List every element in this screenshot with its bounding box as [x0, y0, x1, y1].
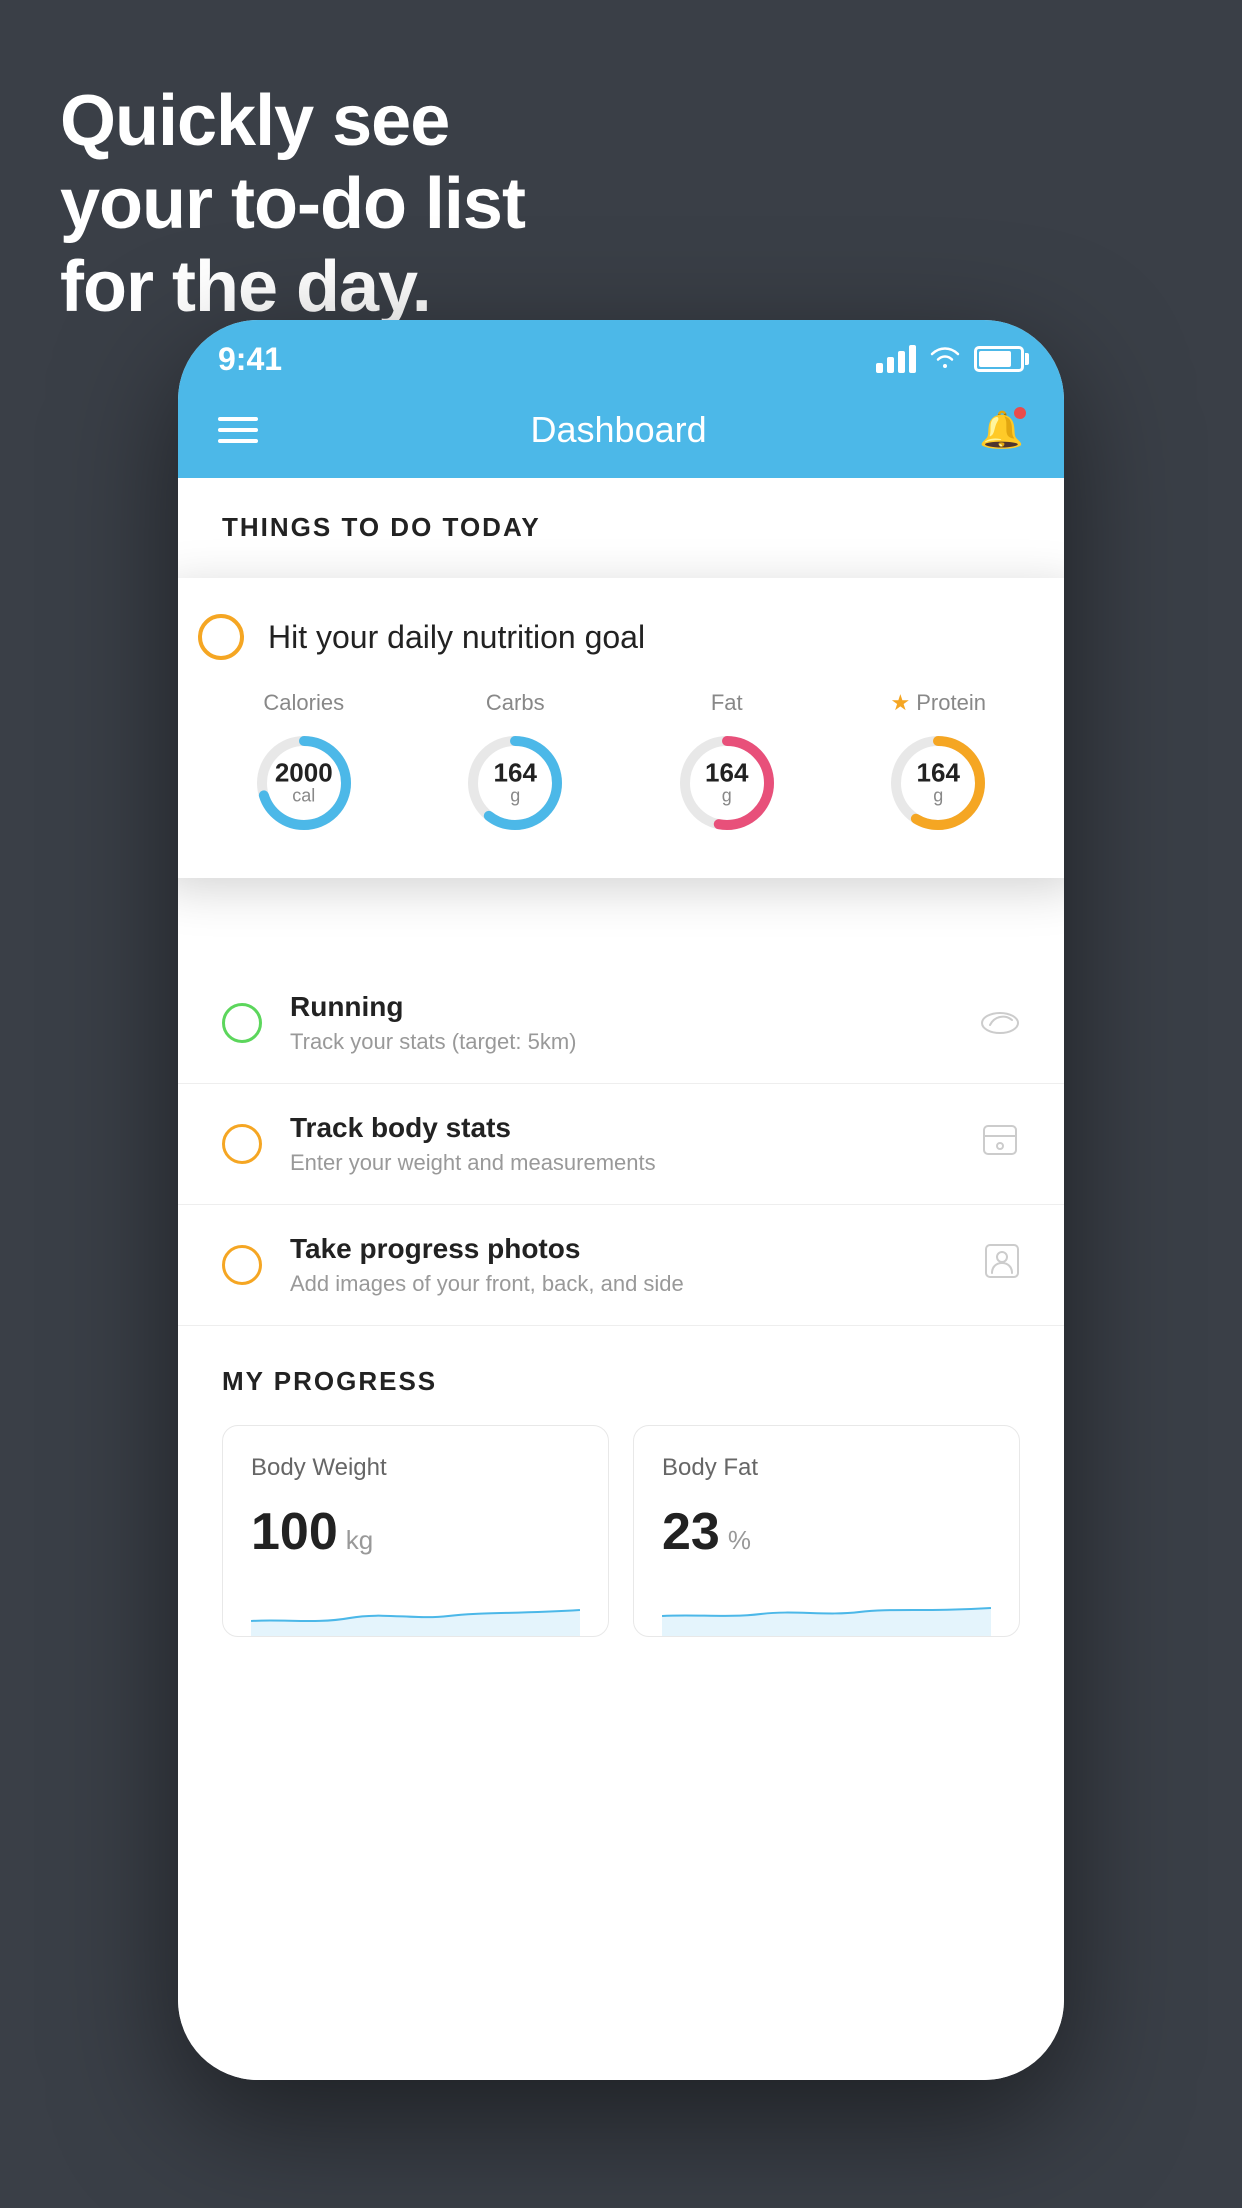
menu-icon[interactable]	[218, 417, 258, 443]
progress-photos-subtitle: Add images of your front, back, and side	[290, 1271, 956, 1297]
body-weight-card-title: Body Weight	[251, 1454, 580, 1482]
running-checkbox[interactable]	[222, 1003, 262, 1043]
body-weight-card: Body Weight 100 kg	[222, 1425, 609, 1637]
status-bar: 9:41	[178, 320, 1064, 390]
todo-item-running[interactable]: Running Track your stats (target: 5km)	[178, 963, 1064, 1084]
calories-donut: 2000 cal	[249, 728, 359, 838]
status-icons	[876, 344, 1024, 375]
fat-unit: g	[705, 786, 748, 807]
running-text: Running Track your stats (target: 5km)	[290, 991, 952, 1055]
scale-icon	[980, 1122, 1020, 1167]
body-stats-checkbox[interactable]	[222, 1124, 262, 1164]
progress-photos-checkbox[interactable]	[222, 1245, 262, 1285]
calories-label: Calories	[263, 690, 344, 716]
running-title: Running	[290, 991, 952, 1023]
app-header: Dashboard 🔔	[178, 390, 1064, 478]
nutrition-card: Hit your daily nutrition goal Calories 2…	[178, 578, 1064, 878]
body-weight-value-container: 100 kg	[251, 1502, 580, 1562]
todo-item-progress-photos[interactable]: Take progress photos Add images of your …	[178, 1205, 1064, 1326]
fat-value: 164	[705, 760, 748, 786]
body-stats-text: Track body stats Enter your weight and m…	[290, 1112, 952, 1176]
running-subtitle: Track your stats (target: 5km)	[290, 1029, 952, 1055]
protein-value: 164	[917, 760, 960, 786]
body-stats-subtitle: Enter your weight and measurements	[290, 1150, 952, 1176]
carbs-label: Carbs	[486, 690, 545, 716]
app-title: Dashboard	[531, 409, 707, 451]
app-content: THINGS TO DO TODAY Hit your daily nutrit…	[178, 478, 1064, 2080]
body-weight-unit: kg	[346, 1525, 373, 1556]
progress-photos-title: Take progress photos	[290, 1233, 956, 1265]
signal-icon	[876, 345, 916, 373]
battery-icon	[974, 346, 1024, 372]
carbs-unit: g	[494, 786, 537, 807]
protein-label: ★ Protein	[891, 690, 986, 716]
body-fat-chart	[662, 1586, 991, 1636]
calories-value: 2000	[275, 760, 333, 786]
todo-item-body-stats[interactable]: Track body stats Enter your weight and m…	[178, 1084, 1064, 1205]
protein-unit: g	[917, 786, 960, 807]
protein-item: ★ Protein 164 g	[883, 690, 993, 838]
star-icon: ★	[891, 690, 911, 716]
progress-header: MY PROGRESS	[222, 1366, 1020, 1397]
fat-label: Fat	[711, 690, 743, 716]
body-fat-card: Body Fat 23 %	[633, 1425, 1020, 1637]
body-stats-title: Track body stats	[290, 1112, 952, 1144]
calories-unit: cal	[275, 786, 333, 807]
carbs-donut: 164 g	[460, 728, 570, 838]
body-weight-chart	[251, 1586, 580, 1636]
nutrition-checkbox[interactable]	[198, 614, 244, 660]
wifi-icon	[930, 344, 960, 375]
person-icon	[984, 1243, 1020, 1288]
hero-headline: Quickly see your to-do list for the day.	[60, 80, 525, 328]
carbs-item: Carbs 164 g	[460, 690, 570, 838]
progress-photos-text: Take progress photos Add images of your …	[290, 1233, 956, 1297]
protein-donut: 164 g	[883, 728, 993, 838]
carbs-value: 164	[494, 760, 537, 786]
notification-bell-icon[interactable]: 🔔	[979, 409, 1024, 451]
body-fat-card-title: Body Fat	[662, 1454, 991, 1482]
body-fat-unit: %	[728, 1525, 751, 1556]
phone-mockup: 9:41 Dashboard 🔔	[178, 320, 1064, 2080]
todo-list: Running Track your stats (target: 5km) T…	[178, 963, 1064, 1326]
progress-cards: Body Weight 100 kg Body Fat	[222, 1425, 1020, 1637]
nutrition-circles: Calories 2000 cal Carbs	[198, 690, 1044, 838]
status-time: 9:41	[218, 341, 282, 378]
things-to-do-header: THINGS TO DO TODAY	[178, 478, 1064, 563]
body-fat-number: 23	[662, 1502, 720, 1562]
fat-item: Fat 164 g	[672, 690, 782, 838]
notification-dot	[1012, 405, 1028, 421]
nutrition-card-title: Hit your daily nutrition goal	[268, 619, 645, 656]
fat-donut: 164 g	[672, 728, 782, 838]
running-icon	[980, 1003, 1020, 1044]
body-fat-value-container: 23 %	[662, 1502, 991, 1562]
body-weight-number: 100	[251, 1502, 338, 1562]
progress-section: MY PROGRESS Body Weight 100 kg	[178, 1366, 1064, 1637]
calories-item: Calories 2000 cal	[249, 690, 359, 838]
